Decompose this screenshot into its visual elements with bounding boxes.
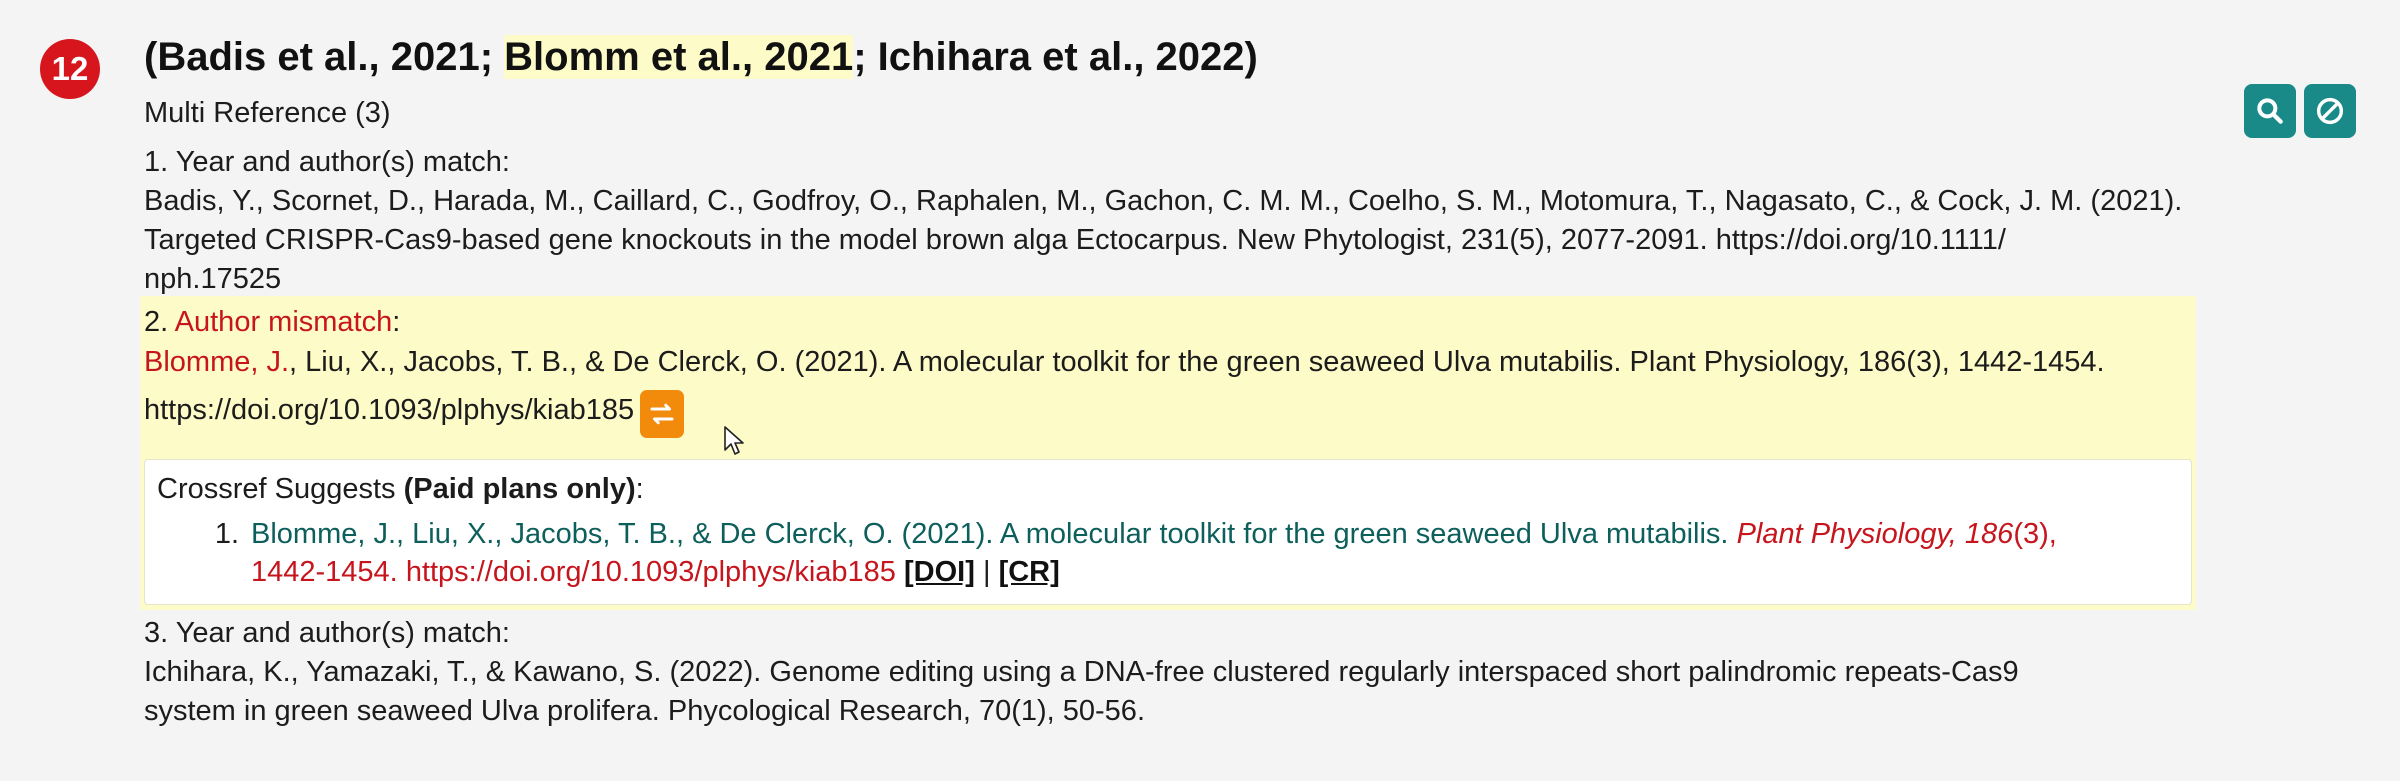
suggestion-citation: Blomme, J., Liu, X., Jacobs, T. B., & De… xyxy=(251,518,1729,550)
crossref-heading-colon: : xyxy=(635,473,644,505)
reference-1-text-line: nph.17525 xyxy=(144,263,282,295)
suggestion-text: Blomme, J., Liu, X., Jacobs, T. B., & De… xyxy=(251,515,2179,591)
reference-2-number: 2. xyxy=(144,306,175,338)
reference-card: 12 (Badis et al., 2021; Blomm et al., 20… xyxy=(0,0,2400,781)
suggestion-pages: 1442-1454. xyxy=(251,556,398,588)
reference-3-text-line: system in green seaweed Ulva prolifera. … xyxy=(144,695,1145,727)
reference-3-status: 3. Year and author(s) match: xyxy=(144,617,510,649)
reference-2-doi: https://doi.org/10.1093/plphys/kiab185 xyxy=(144,394,635,426)
swap-arrows-icon xyxy=(650,403,674,425)
search-icon xyxy=(2257,98,2283,124)
reference-1-text-line: Badis, Y., Scornet, D., Harada, M., Cail… xyxy=(144,185,2183,217)
reference-2-status: 2. Author mismatch: xyxy=(144,303,2204,342)
reference-1-text-line: Targeted CRISPR-Cas9-based gene knockout… xyxy=(144,224,2006,256)
suggestion-issue: (3), xyxy=(2013,518,2057,550)
badge-number: 12 xyxy=(51,50,89,87)
crossref-suggestion-item: 1. Blomme, J., Liu, X., Jacobs, T. B., &… xyxy=(157,515,2179,591)
title-separator: ; xyxy=(479,35,505,79)
title-separator: ; xyxy=(853,35,878,79)
reference-3-text-line: Ichihara, K., Yamazaki, T., & Kawano, S.… xyxy=(144,656,2019,688)
crossref-heading: Crossref Suggests (Paid plans only): xyxy=(157,470,2179,509)
reference-number-badge: 12 xyxy=(40,39,100,99)
citation-title: (Badis et al., 2021; Blomm et al., 2021;… xyxy=(144,26,2204,88)
doi-link[interactable]: [DOI] xyxy=(904,556,975,588)
reference-1: 1. Year and author(s) match: Badis, Y., … xyxy=(144,143,2204,299)
suggestion-number: 1. xyxy=(214,518,239,550)
mismatched-author: Blomme, J. xyxy=(144,346,290,378)
ban-icon xyxy=(2316,97,2344,125)
reference-2-citation: , Liu, X., Jacobs, T. B., & De Clerck, O… xyxy=(289,346,2105,378)
suggestion-doi-url[interactable]: https://doi.org/10.1093/plphys/kiab185 xyxy=(406,556,896,588)
crossref-heading-text: Crossref Suggests xyxy=(157,473,404,505)
reference-2-text-line: Blomme, J., Liu, X., Jacobs, T. B., & De… xyxy=(144,343,2204,382)
suggestion-journal: Plant Physiology, 186 xyxy=(1736,518,2014,550)
reference-1-status: 1. Year and author(s) match: xyxy=(144,146,510,178)
cr-link[interactable]: [CR] xyxy=(999,556,1060,588)
reference-2: 2. Author mismatch: Blomme, J., Liu, X.,… xyxy=(144,303,2204,438)
link-divider: | xyxy=(982,556,991,588)
reference-content: (Badis et al., 2021; Blomm et al., 2021;… xyxy=(144,26,2204,438)
citation-badis: Badis et al., 2021 xyxy=(157,35,480,79)
reference-2-text-line: https://doi.org/10.1093/plphys/kiab185 xyxy=(144,390,2204,438)
reference-actions xyxy=(2244,84,2356,138)
citation-blomm: Blomm et al., 2021 xyxy=(504,35,854,79)
crossref-suggestions: Crossref Suggests (Paid plans only): 1. … xyxy=(144,459,2192,605)
search-button[interactable] xyxy=(2244,84,2296,138)
title-open-paren: ( xyxy=(144,35,158,79)
citation-ichihara: Ichihara et al., 2022 xyxy=(877,35,1245,79)
ignore-button[interactable] xyxy=(2304,84,2356,138)
title-close-paren: ) xyxy=(1244,35,1258,79)
multi-reference-label: Multi Reference (3) xyxy=(144,97,391,129)
paid-plans-note: (Paid plans only) xyxy=(403,473,636,505)
status-colon: : xyxy=(392,306,401,338)
swap-reference-button[interactable] xyxy=(640,390,685,438)
reference-3: 3. Year and author(s) match: Ichihara, K… xyxy=(144,614,2204,731)
author-mismatch-label: Author mismatch xyxy=(174,306,393,338)
